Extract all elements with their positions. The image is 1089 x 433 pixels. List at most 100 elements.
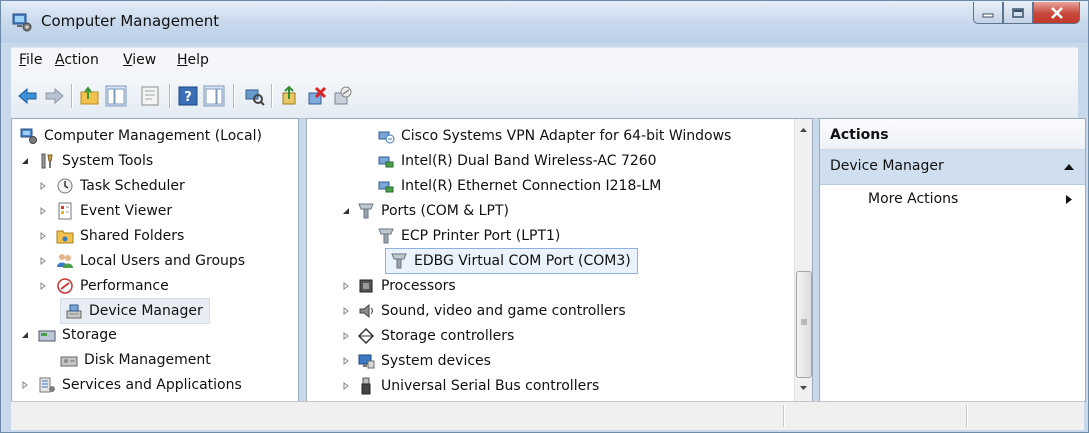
scroll-up-arrow-icon[interactable] [798, 125, 809, 136]
back-arrow-icon[interactable] [17, 85, 39, 107]
collapsed-triangle-icon[interactable] [38, 256, 48, 266]
computer-management-icon [12, 13, 32, 32]
device-item-label: Intel(R) Dual Band Wireless-AC 7260 [401, 153, 657, 169]
collapsed-triangle-icon[interactable] [38, 206, 48, 216]
tree-item-local-users-groups[interactable]: Local Users and Groups [38, 249, 245, 273]
tree-item-event-viewer[interactable]: Event Viewer [38, 199, 172, 223]
collapsed-triangle-icon[interactable] [341, 306, 351, 316]
update-driver-icon[interactable] [279, 85, 301, 107]
grip-icon [801, 319, 807, 325]
expanded-triangle-icon[interactable] [20, 330, 30, 340]
tree-item-task-scheduler[interactable]: Task Scheduler [38, 174, 185, 198]
device-category-label: Sound, video and game controllers [381, 303, 626, 319]
up-folder-icon[interactable] [79, 85, 101, 107]
users-icon [57, 254, 73, 268]
collapsed-triangle-icon[interactable] [38, 281, 48, 291]
device-tree-pane[interactable]: Cisco Systems VPN Adapter for 64-bit Win… [306, 118, 813, 402]
collapse-up-arrow-icon[interactable] [1063, 163, 1075, 171]
title-bar[interactable]: Computer Management [1, 1, 1088, 43]
actions-pane: Actions Device Manager More Actions [819, 118, 1086, 402]
tree-item-services-applications[interactable]: Services and Applications [20, 373, 242, 397]
device-item-intel-ethernet[interactable]: Intel(R) Ethernet Connection I218-LM [377, 174, 661, 198]
properties-icon[interactable] [139, 85, 161, 107]
tree-item-label: Task Scheduler [80, 178, 185, 194]
tree-item-shared-folders[interactable]: Shared Folders [38, 224, 184, 248]
tree-item-label: Device Manager [89, 303, 203, 319]
collapsed-triangle-icon[interactable] [341, 381, 351, 391]
tree-item-computer-management-local[interactable]: Computer Management (Local) [20, 124, 262, 148]
scroll-down-arrow-icon[interactable] [798, 382, 809, 393]
tree-item-system-tools[interactable]: System Tools [20, 149, 153, 173]
collapsed-triangle-icon[interactable] [38, 181, 48, 191]
collapsed-triangle-icon[interactable] [20, 380, 30, 390]
expanded-triangle-icon[interactable] [20, 156, 30, 166]
services-applications-icon [39, 377, 55, 393]
maximize-icon [1012, 7, 1024, 18]
device-category-storage-controllers[interactable]: Storage controllers [341, 324, 514, 348]
device-item-ecp-port[interactable]: ECP Printer Port (LPT1) [377, 224, 560, 248]
expanded-triangle-icon[interactable] [341, 206, 351, 216]
tree-item-label: Local Users and Groups [80, 253, 246, 269]
device-category-label: Storage controllers [381, 328, 515, 344]
toolbar-separator [169, 84, 171, 108]
device-tree-scrollbar[interactable] [794, 119, 812, 401]
collapsed-triangle-icon[interactable] [341, 281, 351, 291]
menu-view[interactable]: View [123, 52, 156, 68]
minimize-button[interactable] [973, 2, 1003, 24]
port-icon [378, 228, 394, 244]
toolbar-separator [71, 84, 73, 108]
forward-arrow-icon[interactable] [43, 85, 65, 107]
show-hide-console-tree-icon[interactable] [105, 85, 127, 107]
processor-icon [359, 279, 373, 293]
clock-icon [57, 178, 73, 194]
tree-item-device-manager[interactable]: Device Manager [60, 298, 210, 324]
menu-file[interactable]: File [19, 52, 42, 68]
device-category-label: Universal Serial Bus controllers [381, 378, 600, 394]
more-actions-item[interactable]: More Actions [820, 185, 1085, 213]
actions-section-device-manager[interactable]: Device Manager [820, 150, 1085, 185]
help-icon[interactable]: ? [177, 85, 199, 107]
event-viewer-icon [58, 202, 72, 220]
device-category-sound-video-game[interactable]: Sound, video and game controllers [341, 299, 626, 323]
menu-help[interactable]: Help [177, 52, 209, 68]
close-button[interactable] [1033, 2, 1080, 24]
computer-management-window: Computer Management File Action View Hel… [0, 0, 1089, 433]
submenu-arrow-icon [1066, 195, 1072, 204]
tree-item-label: Services and Applications [62, 377, 242, 393]
disk-management-icon [60, 356, 78, 367]
show-hide-action-pane-icon[interactable] [203, 85, 225, 107]
actions-header: Actions [820, 119, 1085, 150]
device-category-processors[interactable]: Processors [341, 274, 456, 298]
collapsed-triangle-icon[interactable] [341, 356, 351, 366]
window-title: Computer Management [41, 12, 220, 30]
tree-item-disk-management[interactable]: Disk Management [60, 348, 211, 372]
tree-item-label: Storage [62, 327, 117, 343]
maximize-button[interactable] [1003, 2, 1033, 24]
device-item-label: Intel(R) Ethernet Connection I218-LM [401, 178, 662, 194]
device-category-usb-controllers[interactable]: Universal Serial Bus controllers [341, 374, 599, 398]
disable-device-icon[interactable] [331, 85, 353, 107]
device-item-intel-wireless[interactable]: Intel(R) Dual Band Wireless-AC 7260 [377, 149, 657, 173]
tree-item-performance[interactable]: Performance [38, 274, 169, 298]
console-tree-pane[interactable]: Computer Management (Local) System Tools… [11, 118, 299, 402]
device-category-label: Processors [381, 278, 456, 294]
scan-hardware-icon[interactable] [243, 85, 265, 107]
system-tools-icon [41, 153, 53, 169]
status-bar [11, 401, 1084, 430]
tree-item-storage[interactable]: Storage [20, 323, 117, 347]
close-icon [1050, 6, 1063, 19]
device-category-ports[interactable]: Ports (COM & LPT) [341, 199, 509, 223]
device-item-label: EDBG Virtual COM Port (COM3) [414, 253, 631, 269]
scroll-thumb[interactable] [796, 271, 812, 378]
uninstall-device-icon[interactable] [305, 85, 327, 107]
more-actions-label: More Actions [868, 191, 959, 207]
status-divider [783, 405, 785, 427]
storage-icon [38, 330, 56, 342]
menu-action[interactable]: Action [55, 52, 99, 68]
performance-icon [57, 278, 73, 294]
device-item-cisco-vpn[interactable]: Cisco Systems VPN Adapter for 64-bit Win… [377, 124, 731, 148]
collapsed-triangle-icon[interactable] [38, 231, 48, 241]
collapsed-triangle-icon[interactable] [341, 331, 351, 341]
device-item-edbg-virtual-com-port[interactable]: EDBG Virtual COM Port (COM3) [385, 248, 638, 274]
device-category-system-devices[interactable]: System devices [341, 349, 491, 373]
